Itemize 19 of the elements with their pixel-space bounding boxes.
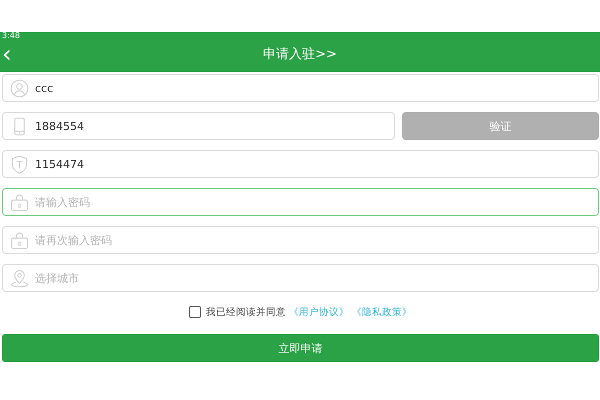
input-field[interactable]: 选择城市 xyxy=(2,264,599,292)
lock-icon xyxy=(10,230,29,250)
lock-icon xyxy=(10,192,29,212)
submit-button[interactable]: 立即申请 xyxy=(2,334,599,362)
input-field[interactable]: 1154474 xyxy=(2,150,599,178)
policy-link[interactable]: 《隐私政策》 xyxy=(352,306,412,318)
page-title: 申请入驻>> xyxy=(263,46,337,63)
input-field[interactable]: 1884554 xyxy=(2,112,395,140)
agreement-text: 我已经阅读并同意 xyxy=(206,306,286,318)
shield-icon xyxy=(10,154,29,174)
person-icon xyxy=(10,78,29,98)
policy-link[interactable]: 《用户协议》 xyxy=(289,306,349,318)
agree-checkbox[interactable] xyxy=(189,306,201,318)
back-button[interactable]: ‹ xyxy=(0,42,14,66)
status-time: 3:48 xyxy=(2,32,20,40)
input-field[interactable]: ccc xyxy=(2,74,599,102)
location-pin-icon xyxy=(10,268,29,288)
input-field[interactable]: 请再次输入密码 xyxy=(2,226,599,254)
input-field[interactable]: 请输入密码 xyxy=(2,188,599,216)
